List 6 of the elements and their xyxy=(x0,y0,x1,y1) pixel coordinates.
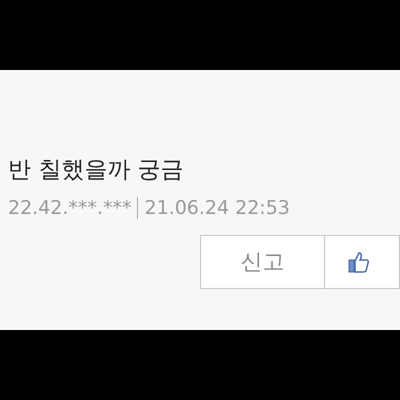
comment-text: 반 칠했을까 궁금 xyxy=(8,156,185,185)
comment-date: 21.06.24 22:53 xyxy=(144,197,290,219)
ip-address: 22.42.***.*** xyxy=(8,197,132,219)
report-button[interactable]: 신고 xyxy=(200,235,325,289)
like-button[interactable] xyxy=(324,235,400,289)
thumbs-up-icon xyxy=(346,250,371,274)
